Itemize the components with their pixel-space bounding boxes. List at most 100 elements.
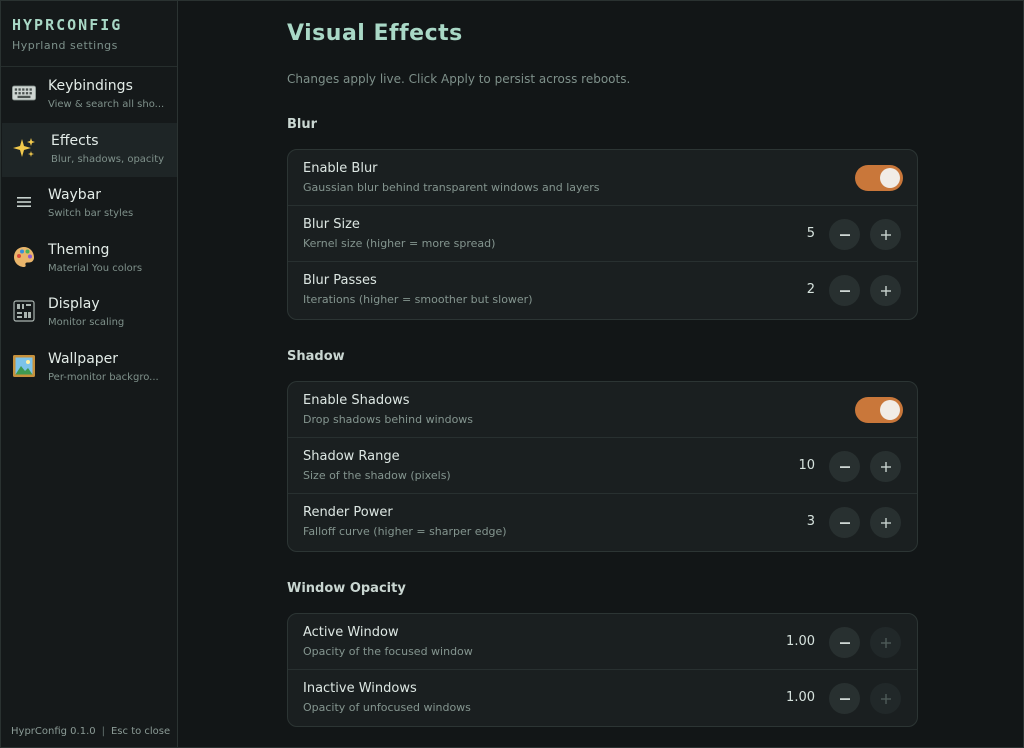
brand: HYPRCONFIG Hyprland settings [1, 1, 177, 67]
palette-icon [12, 245, 36, 269]
shadow-range-increment-button[interactable] [870, 451, 901, 482]
setting-desc: Falloff curve (higher = sharper edge) [303, 525, 507, 538]
setting-label: Blur Passes [303, 273, 377, 288]
setting-label: Enable Blur [303, 161, 378, 176]
sidebar-item-wallpaper[interactable]: Wallpaper Per-monitor backgro... [2, 341, 177, 395]
minus-icon [839, 697, 850, 700]
active-window-increment-button[interactable] [870, 627, 901, 658]
page-subtitle: Changes apply live. Click Apply to persi… [287, 72, 631, 86]
setting-label: Blur Size [303, 217, 360, 232]
shadow-range-value: 10 [798, 458, 815, 473]
picture-icon [12, 354, 36, 378]
app-subtitle: Hyprland settings [12, 39, 118, 52]
sidebar-item-desc: Per-monitor backgro... [48, 372, 159, 383]
section-title-blur: Blur [287, 117, 318, 132]
setting-desc: Size of the shadow (pixels) [303, 469, 451, 482]
setting-row-active-window: Active Window Opacity of the focused win… [288, 614, 917, 670]
sidebar-footer: HyprConfig 0.1.0 | Esc to close [11, 726, 170, 737]
blur-passes-increment-button[interactable] [870, 275, 901, 306]
setting-row-blur-size: Blur Size Kernel size (higher = more spr… [288, 206, 917, 262]
blur-card: Enable Blur Gaussian blur behind transpa… [287, 149, 918, 320]
setting-label: Enable Shadows [303, 393, 410, 408]
version-label: HyprConfig 0.1.0 [11, 726, 96, 737]
minus-icon [839, 521, 850, 524]
sidebar: HYPRCONFIG Hyprland settings Keybindings… [1, 1, 178, 747]
shadow-card: Enable Shadows Drop shadows behind windo… [287, 381, 918, 552]
plus-icon [880, 637, 891, 648]
setting-row-shadow-range: Shadow Range Size of the shadow (pixels)… [288, 438, 917, 494]
minus-icon [839, 465, 850, 468]
display-icon [12, 299, 36, 323]
sidebar-item-label: Effects [51, 133, 99, 149]
setting-row-render-power: Render Power Falloff curve (higher = sha… [288, 494, 917, 550]
active-window-decrement-button[interactable] [829, 627, 860, 658]
inactive-windows-opacity-value: 1.00 [786, 690, 815, 705]
setting-label: Render Power [303, 505, 393, 520]
section-title-shadow: Shadow [287, 349, 345, 364]
keyboard-icon [12, 81, 36, 105]
minus-icon [839, 233, 850, 236]
section-title-opacity: Window Opacity [287, 581, 406, 596]
sidebar-item-display[interactable]: Display Monitor scaling [2, 286, 177, 340]
inactive-windows-increment-button[interactable] [870, 683, 901, 714]
app-window: HYPRCONFIG Hyprland settings Keybindings… [0, 0, 1024, 748]
sidebar-item-label: Theming [48, 242, 110, 258]
main-content: Visual Effects Changes apply live. Click… [179, 1, 1023, 747]
menu-icon [12, 190, 36, 214]
blur-passes-value: 2 [806, 282, 815, 297]
sidebar-item-label: Display [48, 296, 100, 312]
sidebar-item-desc: Switch bar styles [48, 208, 134, 219]
minus-icon [839, 641, 850, 644]
setting-desc: Opacity of unfocused windows [303, 701, 471, 714]
sidebar-item-label: Waybar [48, 187, 102, 203]
setting-label: Inactive Windows [303, 681, 417, 696]
setting-row-enable-blur: Enable Blur Gaussian blur behind transpa… [288, 150, 917, 206]
toggle-knob [880, 400, 900, 420]
setting-row-inactive-windows: Inactive Windows Opacity of unfocused wi… [288, 670, 917, 726]
plus-icon [880, 517, 891, 528]
setting-desc: Iterations (higher = smoother but slower… [303, 293, 533, 306]
setting-desc: Kernel size (higher = more spread) [303, 237, 496, 250]
plus-icon [880, 285, 891, 296]
sidebar-item-keybindings[interactable]: Keybindings View & search all sho... [2, 68, 177, 122]
shadow-range-decrement-button[interactable] [829, 451, 860, 482]
render-power-decrement-button[interactable] [829, 507, 860, 538]
sidebar-item-effects[interactable]: Effects Blur, shadows, opacity [2, 123, 177, 177]
setting-label: Shadow Range [303, 449, 400, 464]
app-title: HYPRCONFIG [12, 16, 123, 34]
sparkles-icon [12, 136, 36, 160]
active-window-opacity-value: 1.00 [786, 634, 815, 649]
render-power-value: 3 [806, 514, 815, 529]
blur-passes-decrement-button[interactable] [829, 275, 860, 306]
sidebar-item-desc: Blur, shadows, opacity [51, 154, 165, 165]
setting-row-blur-passes: Blur Passes Iterations (higher = smoothe… [288, 262, 917, 318]
enable-blur-toggle[interactable] [855, 165, 903, 191]
setting-row-enable-shadows: Enable Shadows Drop shadows behind windo… [288, 382, 917, 438]
plus-icon [880, 461, 891, 472]
blur-size-increment-button[interactable] [870, 219, 901, 250]
sidebar-item-desc: Monitor scaling [48, 317, 125, 328]
inactive-windows-decrement-button[interactable] [829, 683, 860, 714]
sidebar-item-desc: View & search all sho... [48, 99, 165, 110]
minus-icon [839, 289, 850, 292]
enable-shadows-toggle[interactable] [855, 397, 903, 423]
footer-separator: | [101, 726, 105, 737]
plus-icon [880, 693, 891, 704]
blur-size-decrement-button[interactable] [829, 219, 860, 250]
render-power-increment-button[interactable] [870, 507, 901, 538]
setting-desc: Opacity of the focused window [303, 645, 473, 658]
sidebar-item-waybar[interactable]: Waybar Switch bar styles [2, 177, 177, 231]
setting-desc: Drop shadows behind windows [303, 413, 474, 426]
sidebar-item-desc: Material You colors [48, 263, 143, 274]
plus-icon [880, 229, 891, 240]
setting-label: Active Window [303, 625, 399, 640]
page-title: Visual Effects [287, 21, 463, 46]
opacity-card: Active Window Opacity of the focused win… [287, 613, 918, 727]
toggle-knob [880, 168, 900, 188]
blur-size-value: 5 [806, 226, 815, 241]
sidebar-item-label: Wallpaper [48, 351, 119, 367]
close-hint: Esc to close [110, 726, 171, 737]
sidebar-item-theming[interactable]: Theming Material You colors [2, 232, 177, 286]
sidebar-item-label: Keybindings [48, 78, 133, 94]
setting-desc: Gaussian blur behind transparent windows… [303, 181, 600, 194]
